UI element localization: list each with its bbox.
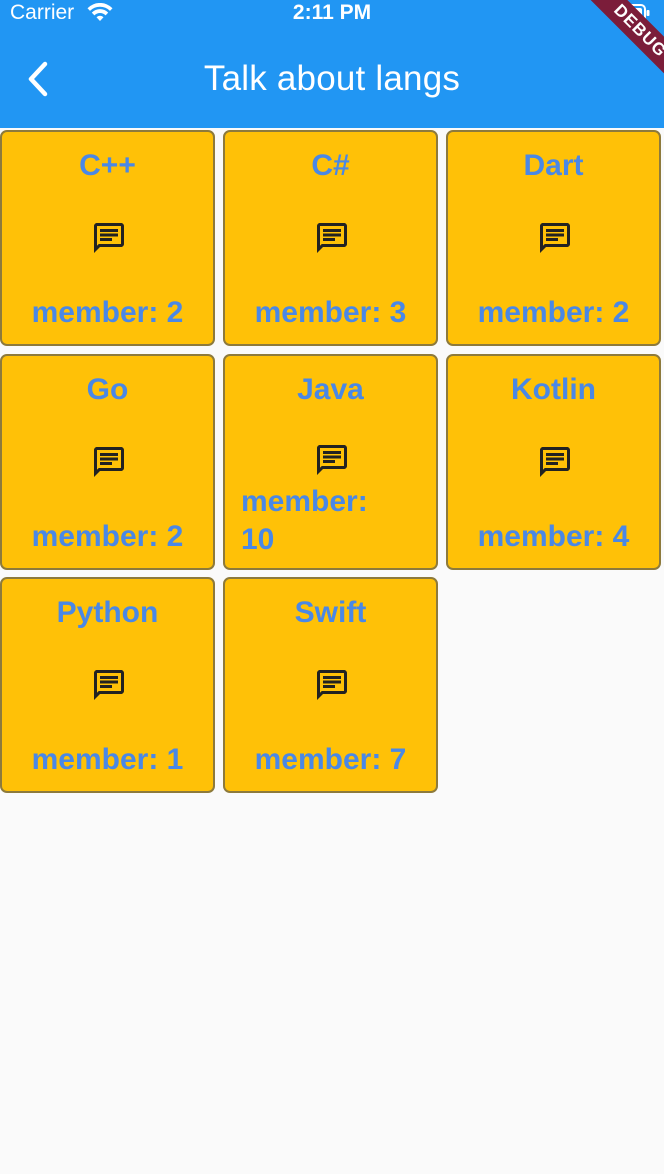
page-title: Talk about langs	[203, 59, 461, 98]
tile-name: Java	[297, 373, 364, 406]
tile-member-count: member: 7	[254, 743, 407, 776]
tile-kotlin[interactable]: Kotlin member: 4	[446, 354, 661, 570]
tile-csharp[interactable]: C# member: 3	[223, 130, 438, 346]
tile-member-count: member: 4	[477, 520, 630, 553]
tile-member-count: member: 10	[241, 485, 368, 556]
tile-swift[interactable]: Swift member: 7	[223, 577, 438, 793]
tile-dart[interactable]: Dart member: 2	[446, 130, 661, 346]
tile-name: Dart	[523, 149, 584, 182]
tile-member-count: member: 1	[31, 743, 184, 776]
tile-cpp[interactable]: C++ member: 2	[0, 130, 215, 346]
tile-name: Python	[56, 596, 159, 629]
tile-member-count: member: 2	[31, 296, 184, 329]
tile-name: Go	[86, 373, 129, 406]
chat-icon	[316, 445, 347, 475]
chat-icon	[93, 223, 124, 253]
tile-name: Kotlin	[511, 373, 596, 406]
chat-icon	[539, 447, 570, 477]
tile-member-count: member: 2	[31, 520, 184, 553]
tile-name: C#	[311, 149, 350, 182]
chat-icon	[316, 670, 347, 700]
tile-go[interactable]: Go member: 2	[0, 354, 215, 570]
chat-icon	[316, 223, 347, 253]
chat-icon	[93, 447, 124, 477]
tile-name: C++	[79, 149, 136, 182]
tile-name: Swift	[294, 596, 367, 629]
tile-member-count: member: 2	[477, 296, 630, 329]
tile-python[interactable]: Python member: 1	[0, 577, 215, 793]
tile-member-count: member: 3	[254, 296, 407, 329]
tile-java[interactable]: Java member: 10	[223, 354, 438, 570]
chat-icon	[93, 670, 124, 700]
chat-icon	[539, 223, 570, 253]
status-time: 2:11 PM	[292, 1, 372, 24]
status-bar: Carrier 2:11 PM	[0, 0, 664, 30]
app-bar: Carrier 2:11 PM DEBUG Talk about langs	[0, 0, 664, 128]
